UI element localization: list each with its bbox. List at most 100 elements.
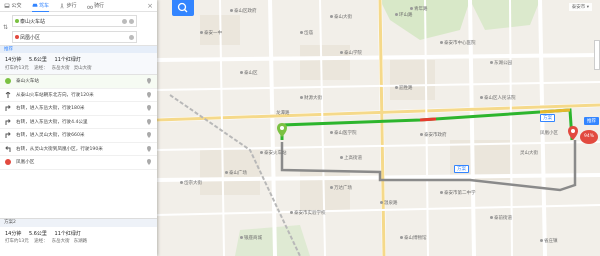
bus-icon: [4, 3, 10, 8]
poi-label[interactable]: 泰山博物馆: [400, 235, 427, 241]
poi-label[interactable]: 岱庙: [300, 30, 313, 36]
distance: 5.6公里: [28, 57, 47, 63]
zoom-control[interactable]: [594, 40, 600, 70]
tab-bus[interactable]: 公交: [4, 0, 22, 12]
locate-pin-icon[interactable]: [147, 145, 151, 152]
traffic-lights: 11个红绿灯: [54, 57, 81, 63]
locate-pin-icon[interactable]: [147, 159, 151, 166]
poi-label[interactable]: 泰安市第二中学: [440, 190, 476, 196]
origin-destination-box: ⇅ 泰山火车站 凤凰小区: [0, 12, 157, 46]
destination-field[interactable]: 凤凰小区: [12, 31, 137, 43]
duration: 14分钟: [5, 231, 22, 237]
poi-label[interactable]: 泰安一中: [200, 30, 222, 36]
step-text: 右转，进入灵山大街，行驶660米: [16, 133, 85, 139]
poi-label[interactable]: 迎胜路: [395, 85, 413, 91]
locate-pin-icon[interactable]: [147, 132, 151, 139]
route-step[interactable]: 右转，从灵山大街到凤凰小区，行驶190米: [0, 143, 157, 156]
route-callout-2[interactable]: 方案: [454, 165, 469, 173]
route-callout-1[interactable]: 方案: [540, 114, 555, 122]
search-button[interactable]: [172, 0, 194, 16]
poi-label[interactable]: 灵山大街: [520, 150, 538, 156]
route-step[interactable]: 泰山火车站: [0, 75, 157, 89]
route-step[interactable]: 右转，进入东岳大街，行驶180米: [0, 102, 157, 116]
poi-label[interactable]: 省庄镇: [540, 238, 558, 244]
duration: 14分钟: [5, 57, 22, 63]
poi-label[interactable]: 泰安火车站: [260, 150, 287, 156]
poi-label[interactable]: 龙潭路: [276, 110, 290, 116]
poi-label[interactable]: 泰山学院: [340, 50, 362, 56]
locate-pin-icon[interactable]: [147, 105, 151, 112]
via-road: 东岳大街: [51, 239, 70, 244]
remove-icon[interactable]: [129, 18, 134, 24]
poi-label[interactable]: 上高街道: [340, 155, 362, 161]
clear-icon[interactable]: [122, 18, 127, 24]
via-road: 东湖路: [73, 239, 88, 244]
poi-label[interactable]: 泰安市实验学校: [290, 210, 326, 216]
poi-label[interactable]: 泰山区: [240, 70, 258, 76]
search-icon: [177, 2, 188, 13]
poi-label[interactable]: 泰山区政府: [230, 8, 257, 14]
step-text: 右转，进入东岳大街，行驶180米: [16, 106, 85, 112]
poi-label[interactable]: 青年路: [410, 6, 428, 12]
route-panel: 公交 驾车 步行 骑行 × ⇅ 泰山火车站 凤凰小区 推荐 14分钟 5.6公里…: [0, 0, 157, 256]
taxi-fare: 打车约13元: [5, 66, 29, 71]
destination-marker-icon[interactable]: [568, 126, 578, 140]
swap-icon[interactable]: ⇅: [3, 24, 8, 31]
origin-dot-icon: [15, 19, 19, 23]
poi-label[interactable]: 财源大街: [300, 95, 322, 101]
poi-label[interactable]: 温泉路: [380, 200, 398, 206]
tab-drive[interactable]: 驾车: [31, 0, 50, 12]
poi-label[interactable]: 泰安市政府: [420, 132, 447, 138]
via-road: 灵山大街: [73, 66, 92, 71]
turn-left-icon: [5, 145, 11, 152]
origin-marker-icon[interactable]: [277, 123, 287, 137]
car-icon: [32, 3, 37, 7]
start-icon: [5, 78, 11, 85]
scheme-1-summary[interactable]: 14分钟 5.6公里 11个红绿灯 打车约13元 途经： 东岳大街 灵山大街: [0, 53, 157, 75]
straight-icon: [5, 91, 11, 98]
recommend-badge[interactable]: 推荐: [584, 117, 599, 125]
locate-pin-icon[interactable]: [147, 118, 151, 125]
poi-label[interactable]: 环山路: [395, 12, 413, 18]
poi-label[interactable]: 泰山大街: [330, 14, 352, 20]
route-step[interactable]: 凤凰小区: [0, 156, 157, 170]
turn-right-icon: [5, 105, 11, 112]
tab-walk[interactable]: 步行: [59, 0, 77, 12]
route-step[interactable]: 右转，进入东岳大街，行驶4.4公里: [0, 116, 157, 129]
close-icon[interactable]: ×: [147, 2, 153, 10]
poi-label[interactable]: 泰山广场: [225, 170, 247, 176]
locate-pin-icon[interactable]: [147, 91, 151, 98]
scheme-2-card[interactable]: 方案2 14分钟 5.6公里 11个红绿灯 打车约13元 途经： 东岳大街 东湖路: [0, 218, 157, 256]
poi-label[interactable]: 万达广场: [330, 185, 352, 191]
via-label: 途经：: [34, 66, 48, 71]
scheme-1-tag: 推荐: [0, 46, 157, 53]
origin-field[interactable]: 泰山火车站: [12, 15, 137, 27]
walk-icon: [60, 2, 64, 8]
origin-text: 泰山火车站: [20, 18, 46, 25]
poi-label[interactable]: 岱宗大街: [180, 180, 202, 186]
poi-label[interactable]: 东湖公园: [490, 60, 512, 66]
traffic-lights: 11个红绿灯: [54, 231, 81, 237]
poi-label[interactable]: 凤凰小区: [540, 130, 558, 136]
route-step[interactable]: 右转，进入灵山大街，行驶660米: [0, 129, 157, 143]
via-road: 东岳大街: [51, 66, 70, 71]
taxi-fare: 打车约13元: [5, 239, 29, 244]
turn-right-icon: [5, 132, 11, 139]
step-text: 凤凰小区: [16, 160, 35, 166]
clear-icon[interactable]: [129, 34, 134, 40]
route-step[interactable]: 从泰山火车站朝东北方向，行驶120米: [0, 89, 157, 102]
tab-bike[interactable]: 骑行: [86, 0, 104, 12]
poi-label[interactable]: 银座商城: [240, 235, 262, 241]
step-text: 右转，从灵山大街到凤凰小区，行驶190米: [16, 146, 103, 152]
turn-right-icon: [5, 118, 11, 125]
city-selector[interactable]: 泰安市 ▾: [568, 3, 592, 11]
step-text: 泰山火车站: [16, 79, 39, 85]
scheme-2-header: 方案2: [0, 219, 157, 227]
locate-pin-icon[interactable]: [147, 78, 151, 85]
poi-label[interactable]: 泰山区人民法院: [480, 95, 516, 101]
poi-label[interactable]: 泰前街道: [490, 215, 512, 221]
end-icon: [5, 159, 11, 166]
destination-eta-badge[interactable]: 94%: [580, 130, 598, 144]
poi-label[interactable]: 泰安市中心医院: [440, 40, 476, 46]
poi-label[interactable]: 泰山医学院: [330, 130, 357, 136]
